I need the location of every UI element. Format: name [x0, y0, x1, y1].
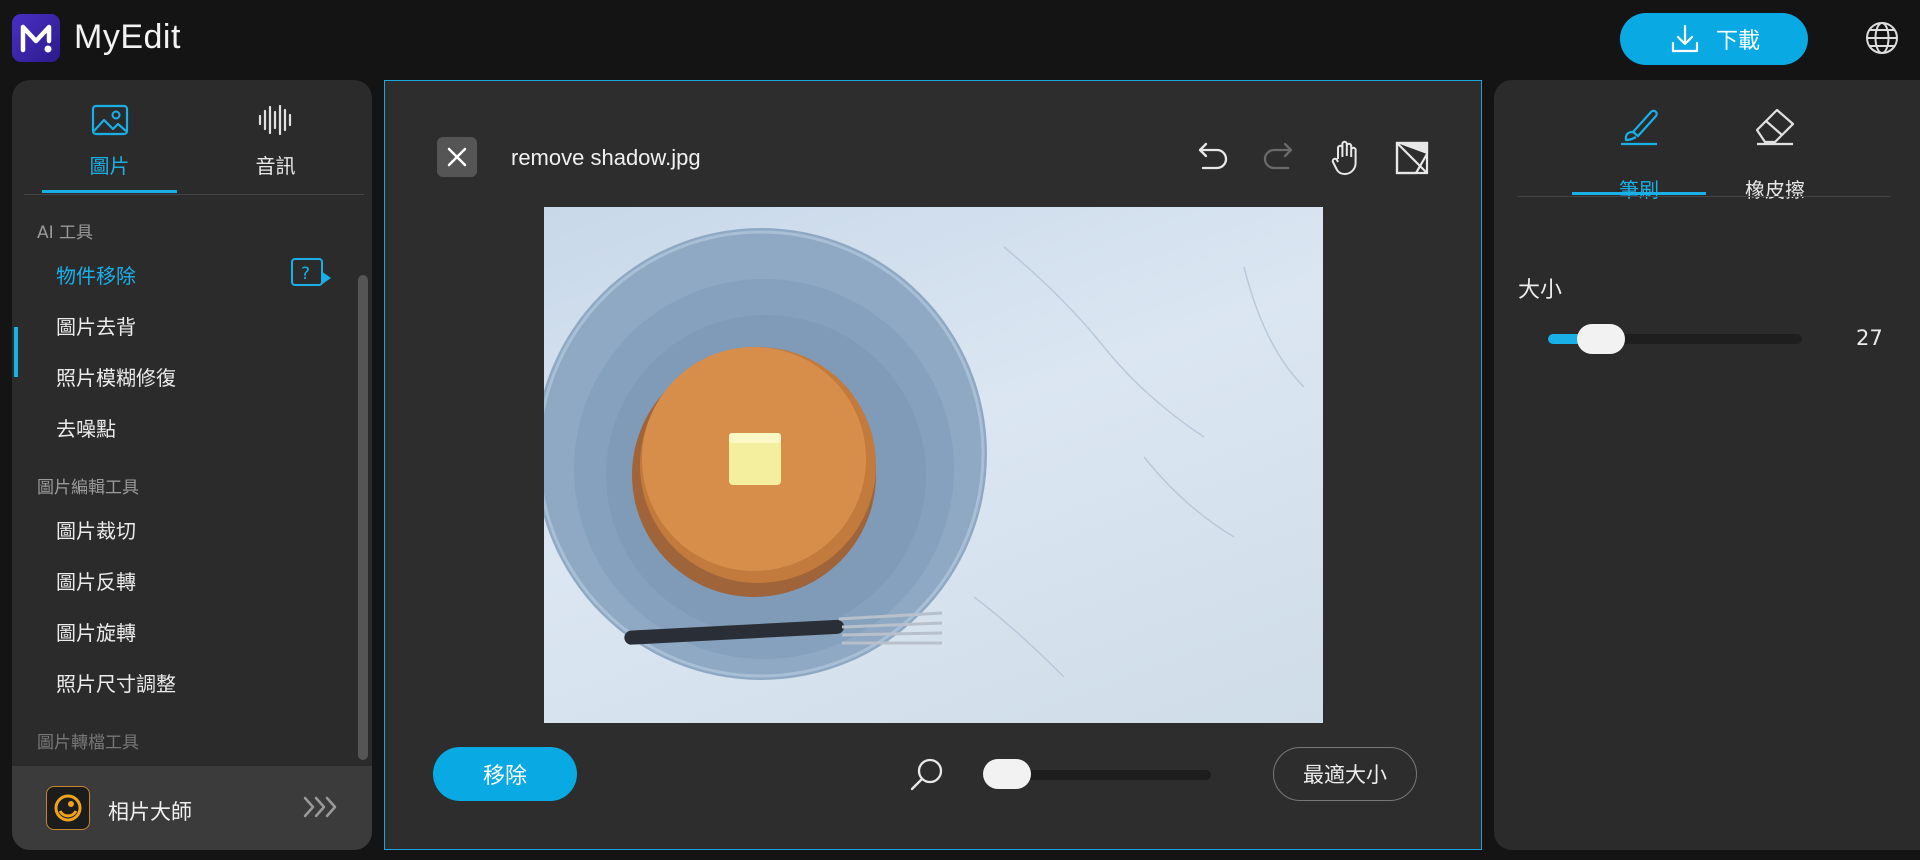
- tab-divider: [24, 194, 364, 195]
- close-icon: [447, 147, 467, 167]
- menu-item-blur-repair[interactable]: 照片模糊修復: [56, 362, 176, 391]
- sidebar-scrollbar[interactable]: [358, 275, 368, 760]
- tab-image[interactable]: 圖片: [42, 80, 177, 195]
- right-tab-divider: [1518, 196, 1890, 197]
- media-tabs: 圖片 音訊: [12, 80, 372, 195]
- left-sidebar: 圖片 音訊 AI 工具 物件移除 ? 圖片去背 照片模糊修復 去噪點 圖片編輯工…: [12, 80, 372, 850]
- download-icon: [1671, 24, 1699, 53]
- triple-chevron-right-icon: [303, 796, 337, 818]
- photodirector-label: 相片大師: [108, 800, 192, 824]
- top-bar: MyEdit 下載: [0, 0, 1920, 78]
- language-globe-icon[interactable]: [1864, 20, 1900, 56]
- tab-audio-label: 音訊: [255, 154, 296, 178]
- image-icon: [91, 104, 128, 136]
- section-image-conversion-tools: 圖片轉檔工具: [37, 733, 139, 753]
- redo-icon[interactable]: [1258, 137, 1300, 179]
- video-tutorial-icon[interactable]: ?: [290, 256, 334, 290]
- download-button[interactable]: 下載: [1620, 13, 1808, 65]
- active-item-indicator: [14, 327, 18, 377]
- compare-icon[interactable]: [1392, 137, 1434, 179]
- brush-size-label: 大小: [1518, 278, 1563, 303]
- hand-pan-icon[interactable]: [1325, 137, 1367, 179]
- menu-item-denoise[interactable]: 去噪點: [56, 413, 116, 442]
- brush-icon: [1621, 109, 1658, 146]
- menu-item-object-removal[interactable]: 物件移除: [56, 260, 136, 289]
- zoom-magnifier-icon: [910, 758, 943, 791]
- editor-canvas-panel: remove shadow.jpg 移除 最適大小: [384, 80, 1482, 850]
- fit-to-screen-button[interactable]: 最適大小: [1273, 747, 1417, 801]
- zoom-slider-thumb[interactable]: [983, 759, 1031, 789]
- undo-icon[interactable]: [1191, 137, 1233, 179]
- section-image-editing-tools: 圖片編輯工具: [37, 478, 139, 498]
- tab-image-label: 圖片: [89, 154, 130, 178]
- section-ai-tools: AI 工具: [37, 223, 94, 243]
- myedit-logo-icon[interactable]: [12, 14, 60, 62]
- menu-item-rotate[interactable]: 圖片旋轉: [56, 617, 136, 646]
- menu-item-resize[interactable]: 照片尺寸調整: [56, 668, 176, 697]
- tab-brush-label: 筆刷: [1619, 178, 1659, 202]
- svg-text:?: ?: [301, 264, 310, 284]
- menu-item-crop[interactable]: 圖片裁切: [56, 515, 136, 544]
- brush-size-value: 27: [1856, 326, 1883, 350]
- tab-audio[interactable]: 音訊: [208, 80, 343, 195]
- tab-active-indicator: [42, 190, 177, 193]
- right-tab-active-indicator: [1572, 192, 1706, 195]
- audio-wave-icon: [258, 104, 291, 136]
- edit-image-canvas[interactable]: [544, 207, 1323, 723]
- download-label: 下載: [1715, 29, 1760, 54]
- photodirector-promo[interactable]: 相片大師: [12, 766, 372, 850]
- remove-button[interactable]: 移除: [433, 747, 577, 801]
- menu-item-background-removal[interactable]: 圖片去背: [56, 311, 136, 340]
- eraser-icon: [1755, 108, 1795, 146]
- right-tool-panel: 筆刷 橡皮擦 大小 27: [1494, 80, 1920, 850]
- close-button[interactable]: [437, 137, 477, 177]
- tab-eraser[interactable]: 橡皮擦: [1708, 100, 1842, 202]
- app-name[interactable]: MyEdit: [74, 18, 181, 57]
- file-name: remove shadow.jpg: [511, 145, 701, 170]
- tab-eraser-label: 橡皮擦: [1745, 178, 1805, 202]
- brush-size-slider-thumb[interactable]: [1577, 324, 1626, 354]
- tab-brush[interactable]: 筆刷: [1572, 100, 1706, 202]
- photodirector-app-icon: [46, 786, 90, 830]
- menu-item-flip[interactable]: 圖片反轉: [56, 566, 136, 595]
